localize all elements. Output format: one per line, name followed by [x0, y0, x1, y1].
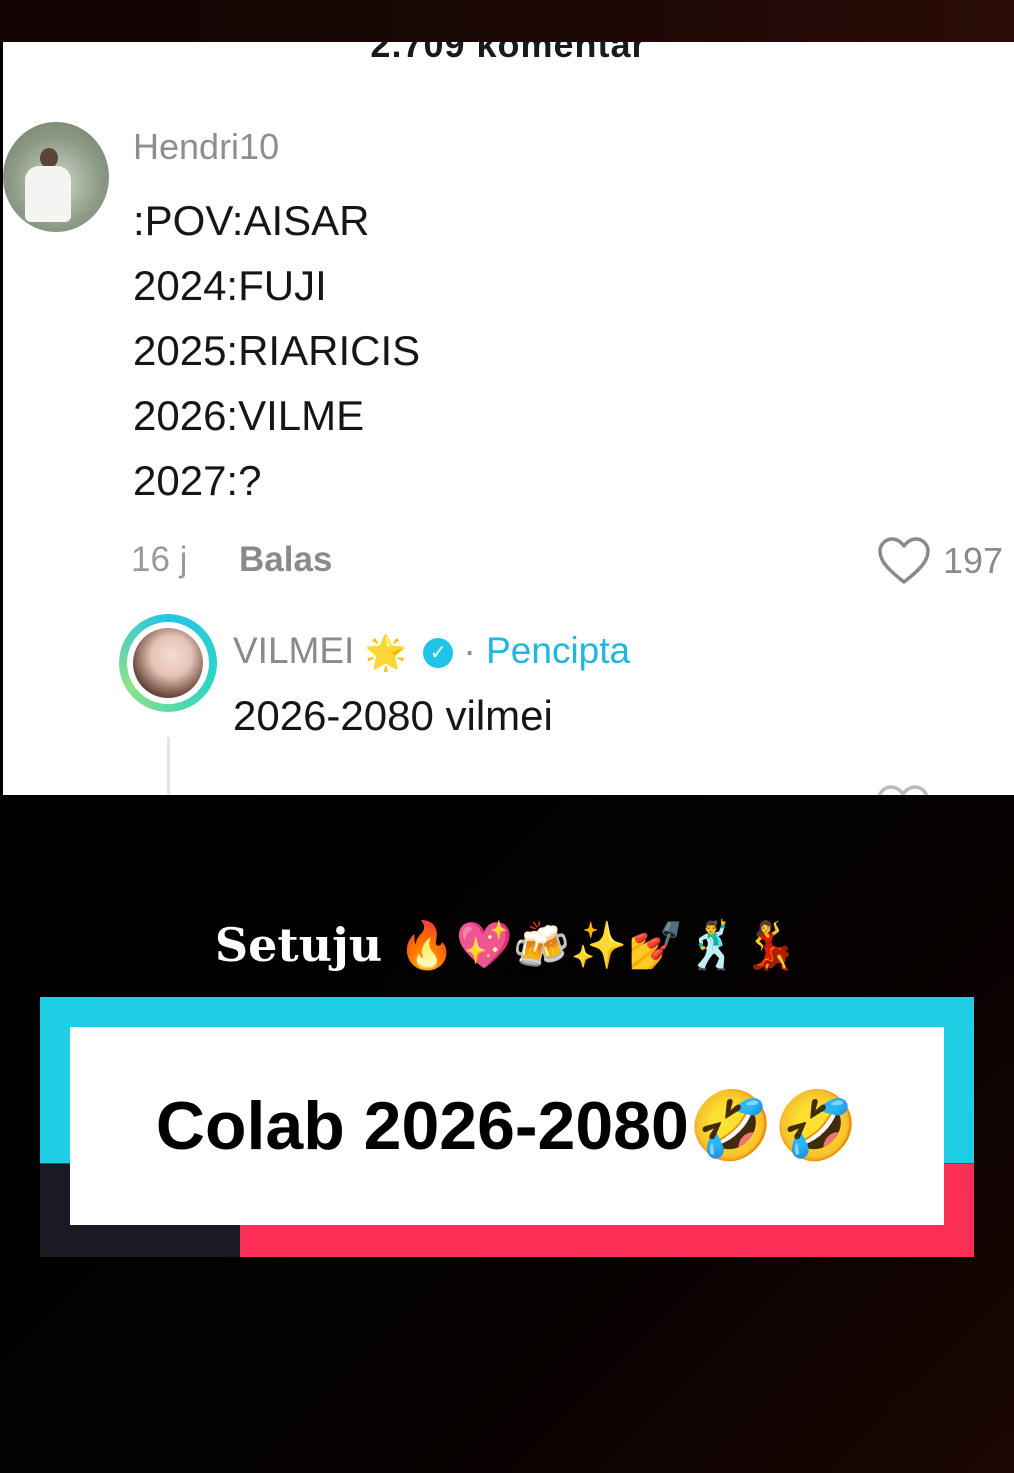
- heart-icon[interactable]: [876, 536, 932, 586]
- reply-username-row: VILMEI 🌟 ✓ · Pencipta: [233, 630, 630, 673]
- reply-text: 2026-2080 vilmei: [233, 692, 553, 739]
- caption-text: Setuju 🔥💖🍻✨💅🕺💃: [214, 918, 800, 972]
- comment-line: 2026:VILME: [133, 392, 365, 439]
- reply-username[interactable]: VILMEI: [233, 630, 354, 671]
- comment-line: 2025:RIARICIS: [133, 327, 421, 374]
- comment-panel: 2.709 komentar Hendri10 :POV:AISAR 2024:…: [3, 42, 1014, 795]
- card-text: Colab 2026-2080🤣🤣: [155, 1088, 859, 1164]
- comment-line: :POV:AISAR: [133, 197, 370, 244]
- comment-timestamp: 16 j: [131, 540, 188, 579]
- creator-avatar[interactable]: [119, 614, 217, 712]
- card-inner: Colab 2026-2080🤣🤣: [70, 1027, 944, 1225]
- comment-line: 2024:FUJI: [133, 262, 327, 309]
- creator-avatar-frame: [127, 622, 209, 704]
- sticker-card: Colab 2026-2080🤣🤣: [40, 997, 974, 1257]
- reply-button[interactable]: Balas: [239, 540, 332, 580]
- comment-username[interactable]: Hendri10: [133, 126, 279, 168]
- avatar[interactable]: [3, 122, 109, 232]
- avatar-figure-body: [25, 166, 71, 222]
- separator-dot: ·: [463, 630, 476, 671]
- avatar-figure-head: [40, 148, 58, 168]
- comment-text: :POV:AISAR 2024:FUJI 2025:RIARICIS 2026:…: [133, 188, 420, 513]
- like-count: 197: [943, 540, 1004, 581]
- thread-line: [167, 737, 170, 795]
- verified-icon: ✓: [423, 638, 454, 669]
- creator-label: Pencipta: [486, 630, 631, 671]
- comment-line: 2027:?: [133, 457, 262, 504]
- creator-avatar-photo: [133, 628, 203, 698]
- top-bar: [0, 0, 1014, 42]
- comment-count-header: 2.709 komentar: [370, 42, 647, 65]
- star-icon: 🌟: [364, 634, 407, 673]
- heart-icon[interactable]: [875, 784, 931, 795]
